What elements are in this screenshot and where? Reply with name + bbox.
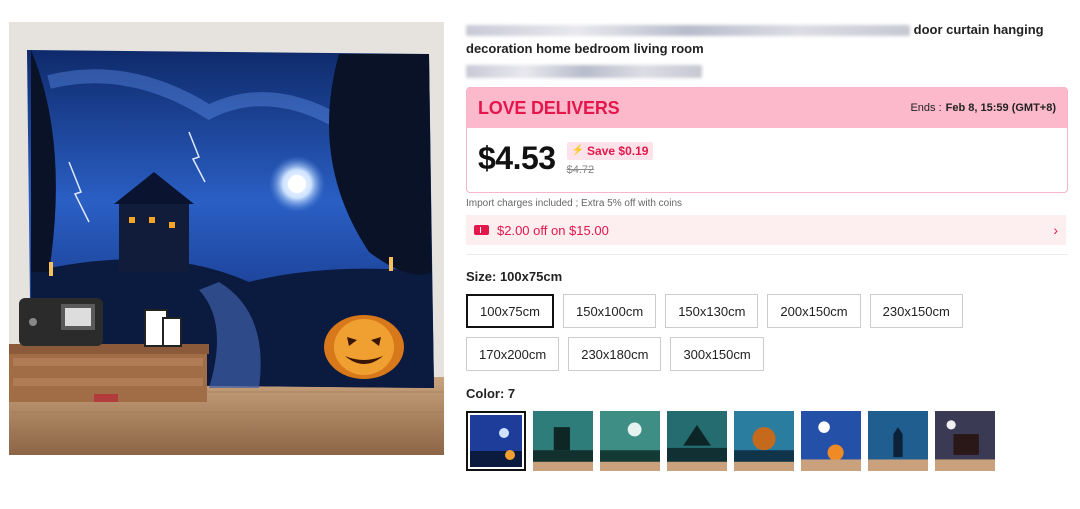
original-price: $4.72	[566, 163, 595, 176]
color-swatch[interactable]	[868, 411, 928, 471]
ticket-icon	[474, 225, 489, 235]
blurred-subtitle	[466, 65, 702, 78]
blurred-title-text	[466, 25, 910, 37]
size-label: Size: 100x75cm	[466, 269, 563, 284]
save-badge: ⚡ Save $0.19	[566, 141, 654, 160]
chevron-right-icon[interactable]: ›	[1053, 222, 1058, 238]
color-label: Color: 7	[466, 386, 516, 401]
deal-price-row: $4.53 ⚡ Save $0.19 $4.72	[467, 128, 1067, 177]
size-option[interactable]: 230x150cm	[869, 294, 963, 328]
product-info-panel: door curtain hanging decoration home bed…	[466, 20, 1068, 471]
current-price: $4.53	[478, 140, 556, 176]
size-options: 100x75cm 150x100cm 150x130cm 200x150cm 2…	[466, 294, 1026, 380]
color-swatch[interactable]	[600, 411, 660, 471]
size-option[interactable]: 100x75cm	[466, 294, 554, 328]
deal-name: LOVE DELIVERS	[478, 97, 620, 118]
product-title: door curtain hanging decoration home bed…	[466, 20, 1068, 58]
color-swatch[interactable]	[734, 411, 794, 471]
save-text: Save $0.19	[587, 143, 649, 158]
deal-ends: Ends : Feb 8, 15:59 (GMT+8)	[910, 102, 1056, 114]
import-note: Import charges included ; Extra 5% off w…	[466, 198, 683, 209]
deal-header: LOVE DELIVERS Ends : Feb 8, 15:59 (GMT+8)	[467, 88, 1067, 128]
title-tail: door curtain hanging	[913, 22, 1044, 37]
coupon-bar[interactable]: $2.00 off on $15.00 ›	[466, 215, 1066, 245]
color-swatch[interactable]	[466, 411, 526, 471]
color-swatches	[466, 411, 1068, 471]
size-option[interactable]: 170x200cm	[466, 337, 560, 371]
title-line-2: decoration home bedroom living room	[466, 41, 704, 56]
divider	[466, 254, 1068, 255]
flash-deal-box: LOVE DELIVERS Ends : Feb 8, 15:59 (GMT+8)…	[466, 87, 1068, 193]
color-swatch[interactable]	[533, 411, 593, 471]
coupon-content: $2.00 off on $15.00	[474, 223, 609, 238]
size-option[interactable]: 200x150cm	[767, 294, 861, 328]
product-main-image	[9, 22, 444, 455]
ends-value: Feb 8, 15:59 (GMT+8)	[945, 102, 1056, 114]
size-option[interactable]: 300x150cm	[670, 337, 764, 371]
coupon-text: $2.00 off on $15.00	[497, 222, 609, 238]
size-option[interactable]: 150x100cm	[562, 294, 657, 328]
size-option[interactable]: 150x130cm	[665, 294, 759, 328]
color-swatch[interactable]	[667, 411, 727, 471]
ends-label: Ends :	[910, 102, 942, 114]
size-option[interactable]: 230x180cm	[568, 337, 662, 371]
color-swatch[interactable]	[935, 411, 995, 471]
bolt-icon: ⚡	[571, 145, 585, 156]
savings-column: ⚡ Save $0.19 $4.72	[566, 141, 654, 176]
color-swatch[interactable]	[801, 411, 861, 471]
